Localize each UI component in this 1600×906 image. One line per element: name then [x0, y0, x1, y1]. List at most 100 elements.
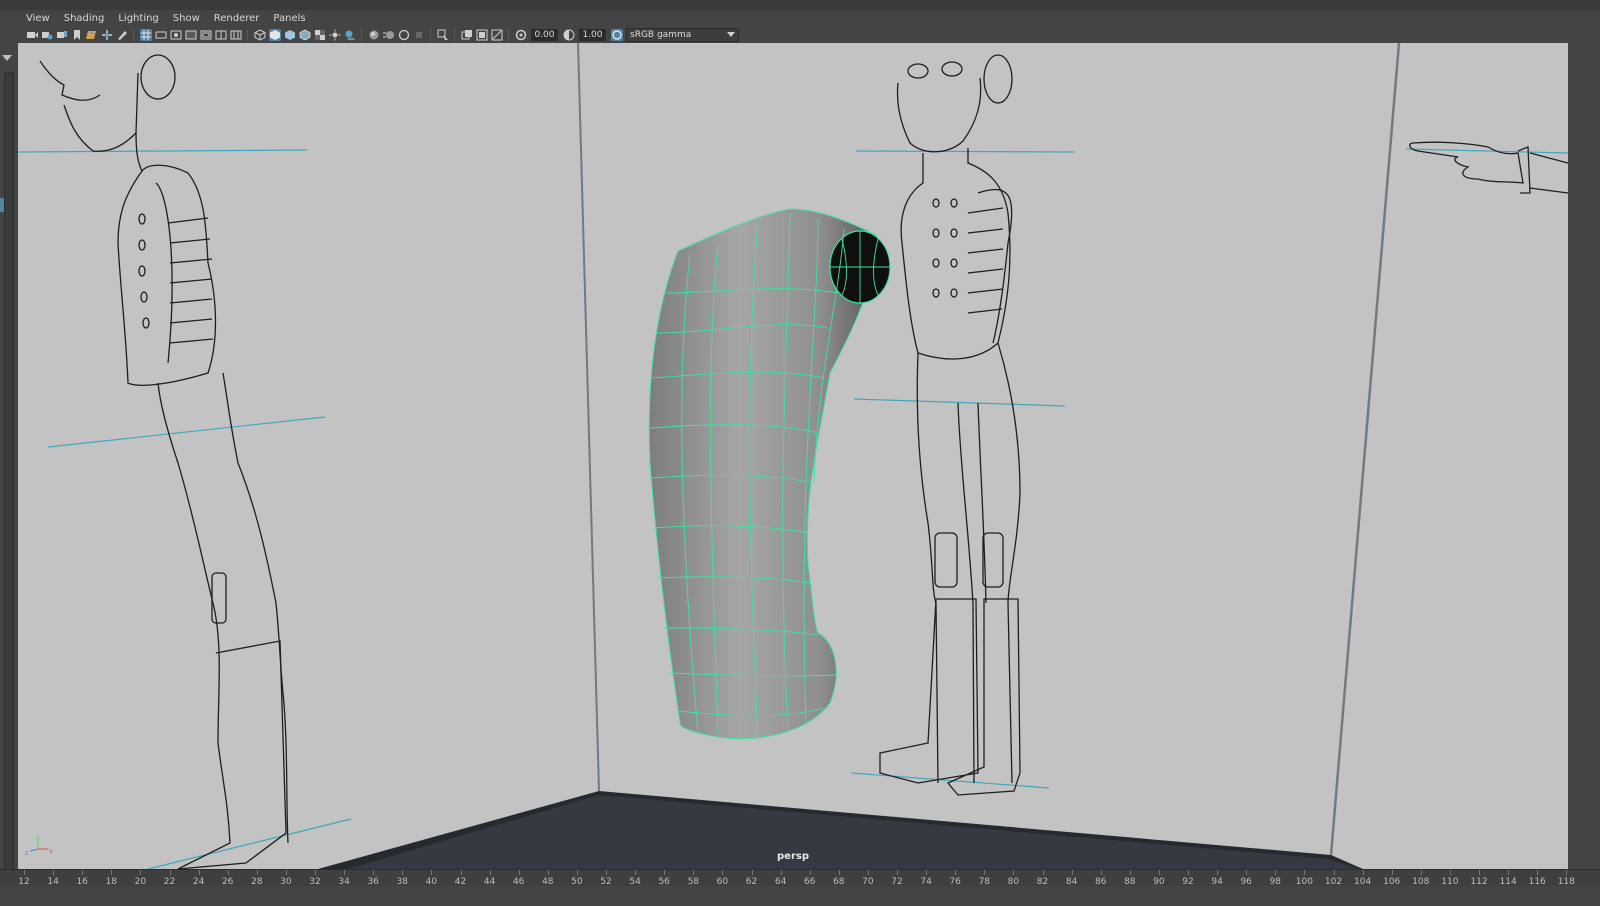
timeline-tick-mark [1042, 870, 1044, 875]
timeline-tick-mark [285, 870, 287, 875]
timeline-tick-mark [693, 870, 695, 875]
xray-joints-icon[interactable] [476, 29, 488, 41]
bottom-status-strip [0, 886, 1600, 906]
camera-attributes-icon[interactable] [41, 29, 53, 41]
menu-view[interactable]: View [18, 10, 57, 27]
timeline-tick-mark [1537, 870, 1539, 875]
toolbar-separator [430, 29, 431, 41]
persp-viewport[interactable]: y z x persp [18, 43, 1568, 869]
screen-space-ao-icon[interactable] [368, 29, 380, 41]
safe-title-icon[interactable] [230, 29, 242, 41]
menu-shading[interactable]: Shading [57, 10, 112, 27]
toolbar-separator [361, 29, 362, 41]
timeline-tick-mark [1246, 870, 1248, 875]
bookmark-icon[interactable] [71, 29, 83, 41]
smooth-shade-icon[interactable] [268, 29, 281, 41]
timeline-tick-mark [198, 870, 200, 875]
image-plane-frames [318, 43, 1401, 869]
resolution-gate-icon[interactable] [170, 29, 182, 41]
timeline-tick-mark [82, 870, 84, 875]
timeline-tick-mark [1129, 870, 1131, 875]
color-space-value: sRGB gamma [630, 30, 692, 40]
timeline-tick-mark [1304, 870, 1306, 875]
gamma-icon[interactable] [563, 29, 575, 41]
use-all-lights-icon[interactable] [329, 29, 341, 41]
left-scroll-marker [0, 198, 4, 212]
grease-pencil-icon[interactable] [116, 29, 128, 41]
timeline-tick-mark [1158, 870, 1160, 875]
right-panel-strip [1568, 43, 1600, 869]
timeline-tick-mark [1566, 870, 1568, 875]
menu-renderer[interactable]: Renderer [207, 10, 267, 27]
timeline-tick-mark [780, 870, 782, 875]
timeline-tick-mark [402, 870, 404, 875]
xray-active-components-icon[interactable] [491, 29, 503, 41]
timeline-tick-mark [1508, 870, 1510, 875]
timeline-tick-mark [751, 870, 753, 875]
exposure-icon[interactable] [515, 29, 527, 41]
timeline-tick-mark [315, 870, 316, 875]
toolbar-separator [133, 29, 134, 41]
menu-show[interactable]: Show [166, 10, 207, 27]
wireframe-icon[interactable] [254, 29, 266, 41]
color-space-dropdown[interactable]: sRGB gamma [626, 28, 739, 42]
timeline-tick-mark [1362, 870, 1364, 875]
anti-aliasing-icon[interactable] [398, 29, 410, 41]
timeline-tick-mark [955, 870, 957, 875]
toolbar-separator [508, 29, 509, 41]
image-plane-icon[interactable] [85, 29, 98, 41]
textured-icon[interactable] [314, 29, 326, 41]
two-d-pan-zoom-icon[interactable] [101, 29, 113, 41]
field-chart-icon[interactable] [200, 29, 212, 41]
timeline-tick-mark [635, 870, 637, 875]
left-toolbox-strip [0, 10, 18, 886]
timeline-tick-mark [1013, 870, 1015, 875]
grid-icon[interactable] [139, 29, 152, 41]
safe-action-icon[interactable] [215, 29, 227, 41]
timeline-tick-mark [1479, 870, 1480, 875]
timeline-tick-mark [344, 870, 346, 875]
color-management-icon[interactable] [610, 29, 623, 41]
motion-blur-icon[interactable] [382, 29, 395, 41]
exposure-field[interactable]: 0.00 [531, 29, 558, 41]
isolate-select-icon[interactable] [437, 29, 449, 41]
timeline-tick-mark [867, 870, 869, 875]
film-gate-icon[interactable] [155, 29, 167, 41]
timeline-tick-mark [1100, 870, 1102, 875]
shadows-icon[interactable] [344, 29, 356, 41]
timeline-tick-mark [809, 870, 811, 875]
viewport-scene [18, 43, 1568, 869]
wireframe-on-shaded-icon[interactable] [299, 29, 311, 41]
timeline-tick-mark [897, 870, 898, 875]
timeline-tick-mark [256, 870, 258, 875]
timeline-tick-mark [547, 870, 549, 875]
toolbar-separator [454, 29, 455, 41]
timeline-tick-mark [227, 870, 229, 875]
timeline-tick-mark [111, 870, 113, 875]
timeline-tick-mark [1071, 870, 1073, 875]
timeline-tick-mark [140, 870, 142, 875]
left-scrollbar[interactable] [4, 72, 14, 874]
menu-panels[interactable]: Panels [266, 10, 312, 27]
default-material-icon[interactable] [284, 29, 296, 41]
chevron-down-icon [727, 32, 735, 37]
timeline-tick-mark [1275, 870, 1277, 875]
gate-mask-icon[interactable] [185, 29, 197, 41]
axis-label-y: y [36, 835, 40, 841]
timeline-tick-mark [1217, 870, 1219, 875]
depth-of-field-icon[interactable] [413, 29, 425, 41]
menu-lighting[interactable]: Lighting [111, 10, 165, 27]
xray-icon[interactable] [461, 29, 473, 41]
timeline-tick-mark [24, 870, 25, 875]
timeline-tick-mark [926, 870, 928, 875]
collapse-arrow-icon[interactable] [2, 55, 12, 61]
timeline-tick-mark [722, 870, 724, 875]
timeline-tick-mark [576, 870, 578, 875]
timeline-tick-mark [1449, 870, 1451, 875]
select-camera-icon[interactable] [26, 29, 38, 41]
timeline-tick-mark [460, 870, 462, 875]
time-slider[interactable]: 12 14 16 18 20 22 24 26 28 30 32 34 36 38 40 42 44 46 48 50… [0, 869, 1600, 887]
gamma-field[interactable]: 1.00 [579, 29, 606, 41]
bookmarks-icon[interactable] [56, 29, 68, 41]
polygon-mesh[interactable] [648, 208, 891, 740]
